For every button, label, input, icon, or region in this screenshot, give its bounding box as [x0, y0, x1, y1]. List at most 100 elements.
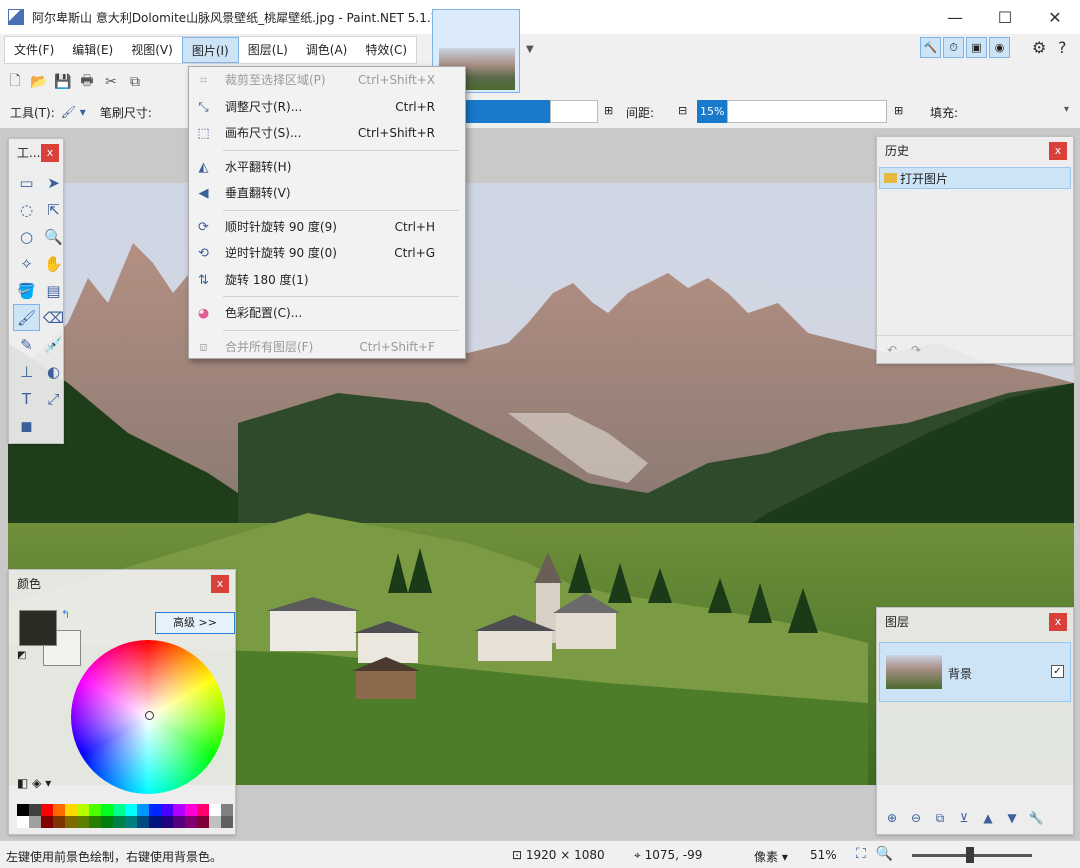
colors-window-toggle-icon[interactable]: ◉ [989, 37, 1010, 58]
menu-item-color-profile[interactable]: ◕ 色彩配置(C)... [189, 300, 465, 327]
line-curve-tool-icon[interactable]: ⤢ [40, 385, 67, 412]
palette-swatch[interactable] [65, 804, 77, 816]
pan-tool-icon[interactable]: ✋ [40, 250, 67, 277]
menu-item-resize[interactable]: ⤡ 调整尺寸(R)... Ctrl+R [189, 94, 465, 121]
layer-visibility-checkbox[interactable]: ✓ [1051, 665, 1064, 678]
menu-edit[interactable]: 编辑(E) [63, 37, 122, 63]
layer-row-background[interactable]: 背景 ✓ [879, 642, 1071, 702]
brush-size-slider-track[interactable] [550, 100, 598, 123]
palette-swatch[interactable] [65, 816, 77, 828]
menu-item-canvas-size[interactable]: ⬚ 画布尺寸(S)... Ctrl+Shift+R [189, 120, 465, 147]
menu-item-rotate-180[interactable]: ⇅ 旋转 180 度(1) [189, 267, 465, 294]
minimize-button[interactable]: — [930, 0, 980, 34]
palette-swatch[interactable] [221, 816, 233, 828]
open-file-icon[interactable]: 📂 [30, 73, 48, 91]
redo-icon[interactable]: ↷ [907, 341, 925, 359]
paintbrush-tool-icon[interactable]: 🖌 [13, 304, 40, 331]
palette-swatch[interactable] [41, 816, 53, 828]
palette-swatch[interactable] [161, 804, 173, 816]
palette-swatch[interactable] [197, 804, 209, 816]
palette-swatch[interactable] [209, 804, 221, 816]
palette-swatch[interactable] [17, 804, 29, 816]
tab-list-chevron-icon[interactable]: ▼ [526, 44, 534, 55]
menu-view[interactable]: 视图(V) [122, 37, 182, 63]
menu-item-rotate-ccw[interactable]: ⟲ 逆时针旋转 90 度(0) Ctrl+G [189, 240, 465, 267]
fill-dropdown-chevron-icon[interactable]: ▾ [1064, 104, 1069, 115]
recolor-tool-icon[interactable]: ◐ [40, 358, 67, 385]
palette-swatch[interactable] [53, 816, 65, 828]
palette-swatch[interactable] [125, 816, 137, 828]
magic-wand-tool-icon[interactable]: ✧ [13, 250, 40, 277]
palette-swatch[interactable] [125, 804, 137, 816]
maximize-button[interactable]: ☐ [980, 0, 1030, 34]
history-window-toggle-icon[interactable]: ⏱ [943, 37, 964, 58]
settings-gear-icon[interactable]: ⚙ [1032, 38, 1046, 57]
menu-item-crop-to-selection[interactable]: ⌗ 裁剪至选择区域(P) Ctrl+Shift+X [189, 67, 465, 94]
menu-item-rotate-cw[interactable]: ⟳ 顺时针旋转 90 度(9) Ctrl+H [189, 214, 465, 241]
menu-item-flatten[interactable]: ⧈ 合并所有图层(F) Ctrl+Shift+F [189, 334, 465, 361]
menu-item-flip-vertical[interactable]: ◀ 垂直翻转(V) [189, 180, 465, 207]
lasso-select-tool-icon[interactable]: ◌ [13, 196, 40, 223]
menu-item-flip-horizontal[interactable]: ◭ 水平翻转(H) [189, 154, 465, 181]
palette-swatch[interactable] [113, 816, 125, 828]
palette-swatch[interactable] [113, 804, 125, 816]
text-tool-icon[interactable]: T [13, 385, 40, 412]
spacing-increase-icon[interactable]: ⊞ [894, 104, 903, 117]
palette-swatch[interactable] [77, 804, 89, 816]
palette-swatch[interactable] [149, 816, 161, 828]
palette-swatch[interactable] [185, 804, 197, 816]
add-layer-icon[interactable]: ⊕ [883, 809, 901, 827]
undo-icon[interactable]: ↶ [883, 341, 901, 359]
rectangle-select-tool-icon[interactable]: ▭ [13, 169, 40, 196]
brush-size-slider[interactable] [466, 100, 550, 123]
spacing-decrease-icon[interactable]: ⊟ [678, 104, 687, 117]
shapes-tool-icon[interactable]: ◼ [13, 412, 40, 439]
palette-swatch[interactable] [137, 816, 149, 828]
units-selector[interactable]: 像素 ▾ [754, 848, 788, 865]
palette-swatch[interactable] [185, 816, 197, 828]
colors-close-icon[interactable]: x [211, 575, 229, 593]
cut-icon[interactable]: ✂ [102, 73, 120, 91]
zoom-out-icon[interactable]: 🔍 [876, 846, 893, 862]
swap-colors-icon[interactable]: ↰ [61, 608, 70, 621]
palette-swatch[interactable] [77, 816, 89, 828]
palette-swatch[interactable] [221, 804, 233, 816]
menu-image[interactable]: 图片(I) [181, 37, 239, 63]
palette-icon[interactable]: ◧ ◈ ▾ [17, 776, 51, 790]
move-layer-down-icon[interactable]: ▼ [1003, 809, 1021, 827]
print-icon[interactable]: 🖶 [78, 73, 96, 91]
history-item-open-image[interactable]: 打开图片 [879, 167, 1071, 189]
palette-swatch[interactable] [173, 816, 185, 828]
palette-swatch[interactable] [29, 816, 41, 828]
close-button[interactable]: ✕ [1030, 0, 1080, 34]
palette-swatch[interactable] [101, 804, 113, 816]
eraser-tool-icon[interactable]: ⌫ [40, 304, 67, 331]
move-selected-tool-icon[interactable]: ⇱ [40, 196, 67, 223]
save-icon[interactable]: 💾 [54, 73, 72, 91]
palette-swatch[interactable] [89, 804, 101, 816]
tools-window-toggle-icon[interactable]: 🔨 [920, 37, 941, 58]
menu-effects[interactable]: 特效(C) [356, 37, 416, 63]
clone-stamp-tool-icon[interactable]: ⊥ [13, 358, 40, 385]
palette-swatch[interactable] [89, 816, 101, 828]
palette-swatch[interactable] [137, 804, 149, 816]
palette-swatch[interactable] [17, 816, 29, 828]
paintbrush-tool-icon[interactable]: 🖌 ▾ [61, 105, 86, 119]
zoom-slider-knob[interactable] [966, 847, 974, 863]
layer-properties-icon[interactable]: 🔧 [1027, 809, 1045, 827]
palette-swatch[interactable] [29, 804, 41, 816]
pencil-tool-icon[interactable]: ✎ [13, 331, 40, 358]
palette-swatch[interactable] [161, 816, 173, 828]
palette-swatch[interactable] [173, 804, 185, 816]
brush-size-increase-icon[interactable]: ⊞ [604, 104, 613, 117]
layers-window-toggle-icon[interactable]: ▣ [966, 37, 987, 58]
zoom-tool-icon[interactable]: 🔍 [40, 223, 67, 250]
advanced-colors-button[interactable]: 高级 >> [155, 612, 235, 634]
history-close-icon[interactable]: x [1049, 142, 1067, 160]
move-layer-up-icon[interactable]: ▲ [979, 809, 997, 827]
zoom-to-window-icon[interactable]: ⛶ [856, 846, 866, 862]
delete-layer-icon[interactable]: ⊖ [907, 809, 925, 827]
color-wheel-cursor[interactable] [145, 711, 154, 720]
color-picker-tool-icon[interactable]: 💉 [40, 331, 67, 358]
tools-close-icon[interactable]: x [41, 144, 59, 162]
